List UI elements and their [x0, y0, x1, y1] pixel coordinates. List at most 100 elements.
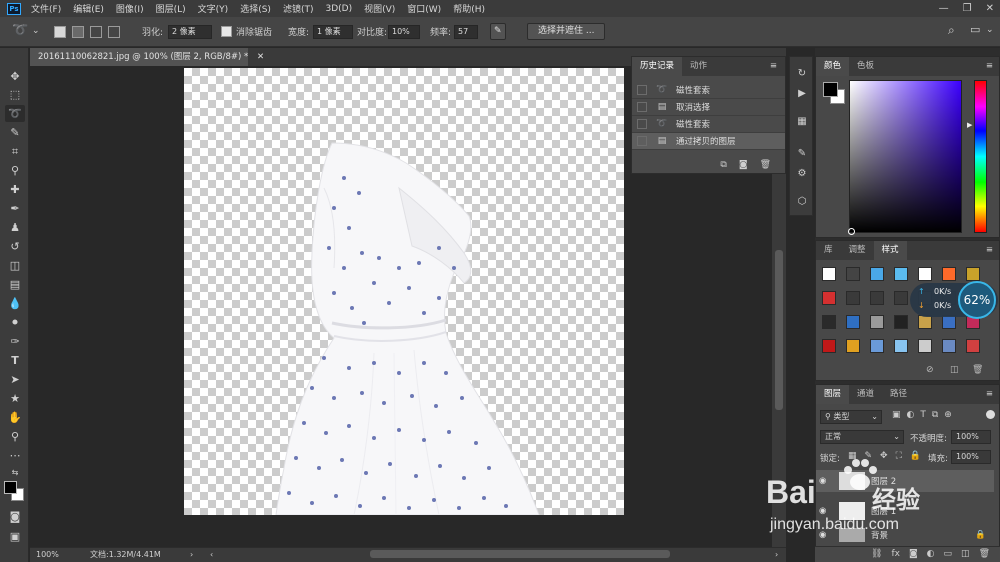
history-snapshot-checkbox[interactable] [637, 136, 647, 146]
speed-percent-dial[interactable]: 62% [958, 281, 996, 319]
close-button[interactable]: ✕ [986, 0, 994, 17]
history-brush-tool-icon[interactable]: ↺ [5, 238, 25, 255]
3d-panel-icon[interactable]: ⬡ [794, 193, 810, 209]
style-swatch[interactable] [822, 291, 836, 305]
panel-menu-icon[interactable]: ≡ [986, 57, 999, 76]
status-menu-arrow-icon[interactable]: › [190, 548, 193, 562]
clear-style-icon[interactable]: ⊘ [926, 365, 934, 375]
style-swatch[interactable] [942, 267, 956, 281]
style-swatch[interactable] [894, 291, 908, 305]
style-swatch[interactable] [870, 339, 884, 353]
style-swatch[interactable] [822, 267, 836, 281]
delete-style-icon[interactable]: 🗑 [972, 365, 983, 375]
history-item[interactable]: ▤ 取消选择 [632, 99, 785, 116]
tab-channels[interactable]: 通道 [849, 385, 882, 404]
image-canvas[interactable] [184, 68, 624, 515]
quick-selection-tool-icon[interactable]: ✎ [5, 124, 25, 141]
close-tab-icon[interactable]: ✕ [257, 52, 264, 62]
marquee-tool-icon[interactable]: ⬚ [5, 86, 25, 103]
workspace-icon[interactable]: ▭ [970, 23, 980, 36]
lasso-tool-icon[interactable]: ➰ [5, 105, 25, 122]
menu-filter[interactable]: 滤镜(T) [279, 2, 322, 15]
menu-file[interactable]: 文件(F) [27, 2, 69, 15]
panel-menu-icon[interactable]: ≡ [986, 385, 999, 404]
healing-brush-tool-icon[interactable]: ✚ [5, 181, 25, 198]
trash-icon[interactable]: 🗑 [760, 160, 771, 170]
filter-toggle[interactable] [986, 410, 995, 419]
new-style-icon[interactable]: ◫ [950, 365, 959, 375]
more-tools-icon[interactable]: ⋯ [5, 447, 25, 464]
style-swatch[interactable] [918, 339, 932, 353]
tab-swatches[interactable]: 色板 [849, 57, 882, 76]
antialias-checkbox[interactable] [221, 26, 232, 37]
blur-tool-icon[interactable]: 💧 [5, 295, 25, 312]
vertical-scroll-thumb[interactable] [775, 250, 783, 410]
pen-pressure-icon[interactable]: ✎ [490, 23, 506, 40]
contrast-input[interactable]: 10% [388, 25, 420, 39]
style-swatch[interactable] [846, 339, 860, 353]
hue-slider-arrow-icon[interactable]: ▶ [967, 121, 972, 129]
scroll-left-arrow-icon[interactable]: ‹ [210, 548, 213, 562]
properties-panel-icon[interactable]: ▦ [794, 113, 810, 129]
brush-tool-icon[interactable]: ✒ [5, 200, 25, 217]
shape-tool-icon[interactable]: ★ [5, 390, 25, 407]
gradient-tool-icon[interactable]: ▤ [5, 276, 25, 293]
screen-mode-icon[interactable]: ▣ [5, 528, 25, 545]
style-swatch[interactable] [822, 315, 836, 329]
saturation-brightness-field[interactable] [849, 80, 962, 233]
history-item[interactable]: ➰ 磁性套索 [632, 116, 785, 133]
swap-colors-icon[interactable]: ⇆ [5, 464, 25, 481]
eraser-tool-icon[interactable]: ◫ [5, 257, 25, 274]
add-selection-icon[interactable] [72, 26, 84, 38]
mask-icon[interactable]: ◙ [909, 547, 918, 562]
menu-edit[interactable]: 编辑(E) [69, 2, 112, 15]
dodge-tool-icon[interactable]: ⚫ [5, 314, 25, 331]
document-tab[interactable]: 20161110062821.jpg @ 100% (图层 2, RGB/8#)… [30, 48, 264, 66]
menu-type[interactable]: 文字(Y) [194, 2, 237, 15]
search-icon[interactable]: ⌕ [948, 23, 955, 38]
type-tool-icon[interactable]: T [5, 352, 25, 369]
snapshot-camera-icon[interactable]: ◙ [739, 160, 748, 170]
hand-tool-icon[interactable]: ✋ [5, 409, 25, 426]
style-swatch[interactable] [846, 315, 860, 329]
blend-mode-dropdown[interactable]: 正常 ⌄ [820, 430, 904, 444]
color-picker-marker[interactable] [848, 228, 855, 235]
pen-tool-icon[interactable]: ✑ [5, 333, 25, 350]
history-snapshot-checkbox[interactable] [637, 119, 647, 129]
style-swatch[interactable] [846, 291, 860, 305]
fx-icon[interactable]: fx [891, 547, 900, 562]
brush-presets-icon[interactable]: ⚙ [794, 165, 810, 181]
layer-filter-dropdown[interactable]: ⚲ 类型 ⌄ [820, 410, 882, 424]
new-layer-icon[interactable]: ◫ [961, 547, 970, 562]
layer-filter-icons[interactable]: ▣◐T⧉⊕ [892, 410, 958, 420]
menu-3d[interactable]: 3D(D) [321, 4, 360, 14]
quick-mask-icon[interactable]: ◙ [5, 508, 25, 525]
path-selection-tool-icon[interactable]: ➤ [5, 371, 25, 388]
workspace-dropdown-icon[interactable]: ⌄ [986, 25, 994, 35]
history-snapshot-checkbox[interactable] [637, 102, 647, 112]
trash-icon[interactable]: 🗑 [979, 547, 990, 562]
style-swatch[interactable] [870, 267, 884, 281]
intersect-selection-icon[interactable] [108, 26, 120, 38]
restore-button[interactable]: ❐ [963, 0, 972, 17]
subtract-selection-icon[interactable] [90, 26, 102, 38]
width-input[interactable]: 1 像素 [313, 25, 353, 39]
foreground-color-chip[interactable] [823, 82, 838, 97]
new-document-from-state-icon[interactable]: ⧉ [720, 160, 726, 170]
select-and-mask-button[interactable]: 选择并遮住 ... [527, 23, 606, 40]
style-swatch[interactable] [894, 315, 908, 329]
adjustment-icon[interactable]: ◐ [927, 547, 935, 562]
zoom-tool-icon[interactable]: ⚲ [5, 428, 25, 445]
panel-menu-icon[interactable]: ≡ [770, 57, 785, 76]
style-swatch[interactable] [894, 339, 908, 353]
hue-slider[interactable] [974, 80, 987, 233]
feather-input[interactable]: 2 像素 [168, 25, 212, 39]
frequency-input[interactable]: 57 [454, 25, 478, 39]
menu-help[interactable]: 帮助(H) [449, 2, 493, 15]
eyedropper-tool-icon[interactable]: ⚲ [5, 162, 25, 179]
tab-adjustments[interactable]: 调整 [841, 241, 874, 260]
crop-tool-icon[interactable]: ⌗ [5, 143, 25, 160]
menu-layer[interactable]: 图层(L) [152, 2, 194, 15]
new-selection-icon[interactable] [54, 26, 66, 38]
tab-libraries[interactable]: 库 [816, 241, 841, 260]
